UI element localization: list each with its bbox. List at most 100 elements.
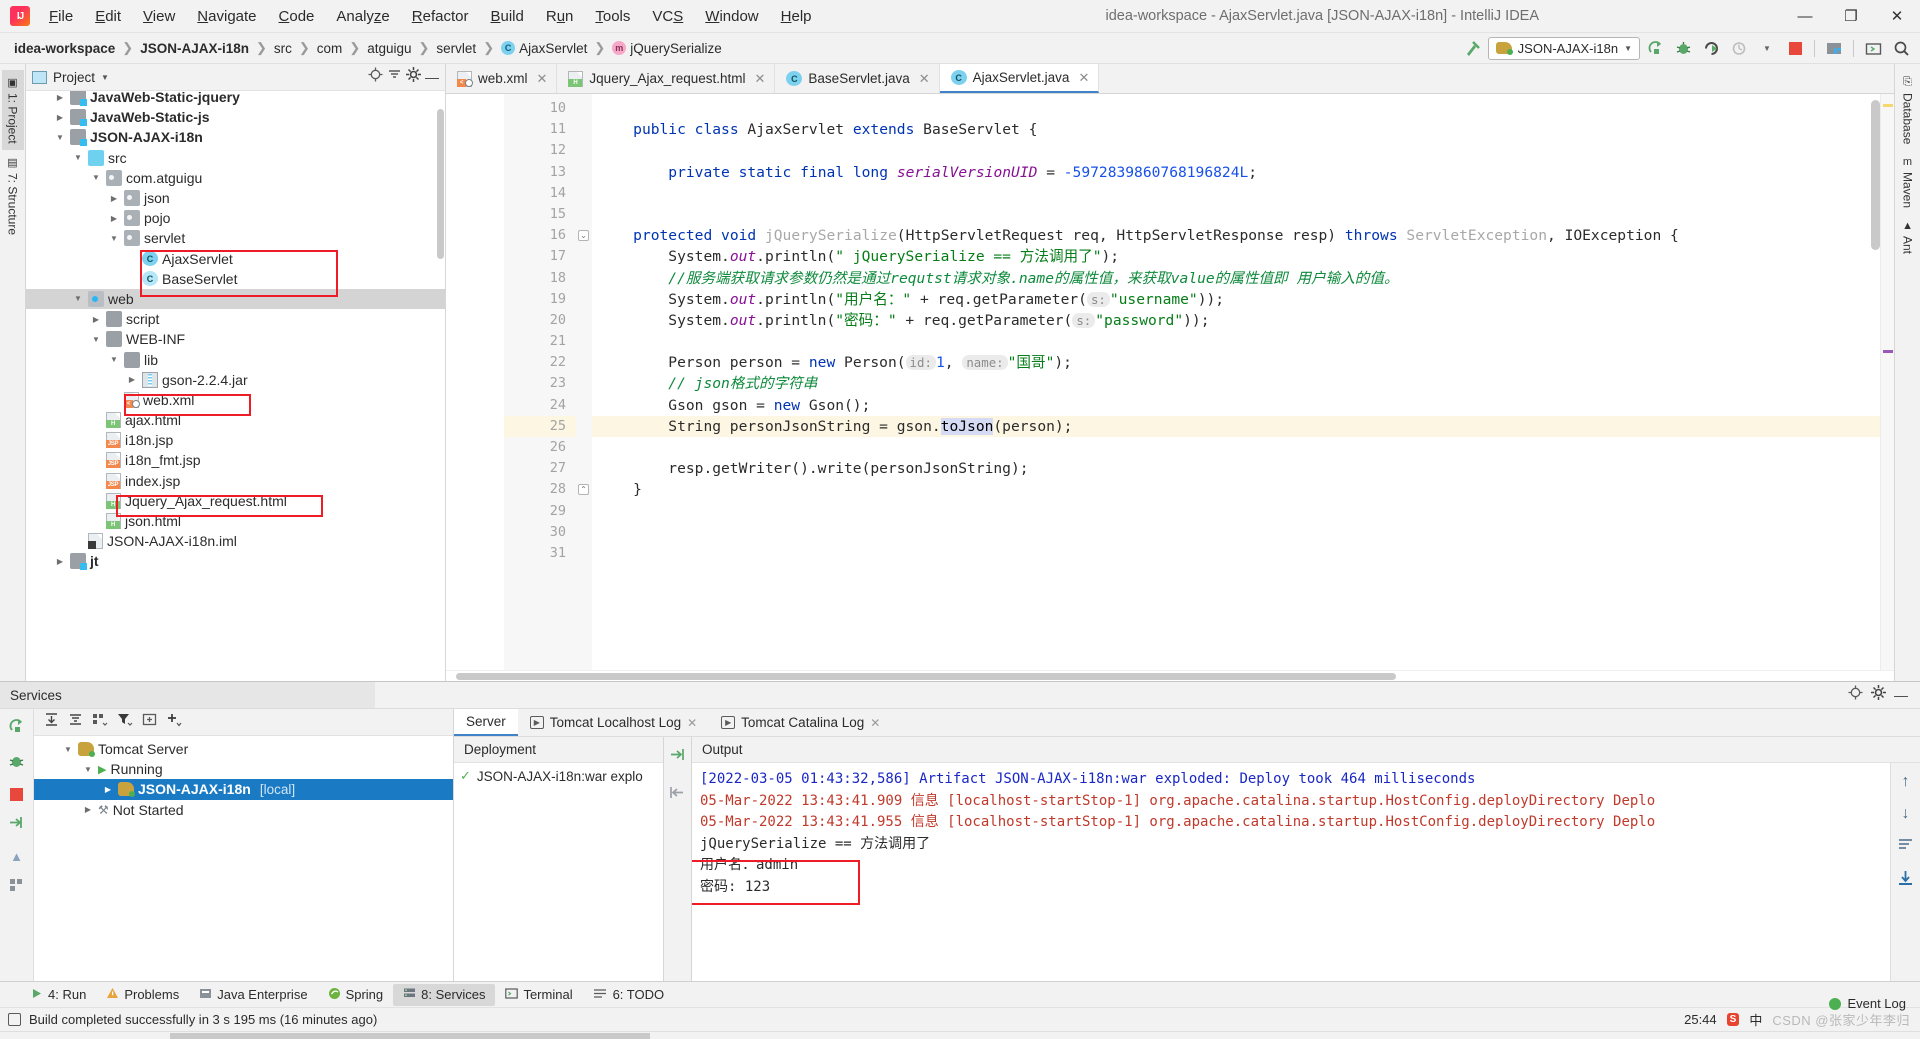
project-tree-node[interactable]: Hjson.html: [26, 511, 445, 531]
locate-icon[interactable]: [1848, 685, 1863, 705]
chevron-right-icon[interactable]: ▶: [108, 214, 120, 223]
sidebar-item-maven[interactable]: m Maven: [1897, 150, 1919, 214]
filter-icon[interactable]: [117, 712, 133, 732]
editor-marker-track[interactable]: [1880, 94, 1894, 670]
maximize-button[interactable]: ❐: [1828, 0, 1874, 32]
sidebar-item-ant[interactable]: ▲ Ant: [1897, 214, 1919, 260]
services-tab[interactable]: Server: [454, 709, 518, 736]
project-tree-node[interactable]: ▶ pojo: [26, 208, 445, 228]
project-tree-node[interactable]: ▼ JSON-AJAX-i18n: [26, 127, 445, 147]
menu-build[interactable]: Build: [479, 5, 534, 28]
services-tree-node[interactable]: ▶ ⚒ Not Started: [34, 800, 453, 820]
menu-run[interactable]: Run: [535, 5, 585, 28]
tool-window-button[interactable]: Java Enterprise: [189, 984, 317, 1006]
debug-icon[interactable]: [1670, 36, 1696, 60]
debug-icon[interactable]: [8, 753, 25, 775]
code-line[interactable]: [592, 522, 1894, 543]
chevron-down-icon[interactable]: ▼: [90, 335, 102, 344]
expand-all-icon[interactable]: [44, 712, 59, 732]
line-number[interactable]: 17: [504, 246, 576, 267]
tool-window-button[interactable]: Spring: [318, 984, 394, 1006]
project-tree-node[interactable]: JSON-AJAX-i18n.iml: [26, 531, 445, 551]
chevron-right-icon[interactable]: ▶: [82, 805, 94, 814]
services-tab[interactable]: ▶ Tomcat Localhost Log ✕: [518, 709, 709, 736]
code-line[interactable]: Person person = new Person(id: 1, name: "国…: [592, 352, 1894, 373]
code-line[interactable]: [592, 183, 1894, 204]
breadcrumb-item-src[interactable]: src: [270, 39, 296, 58]
soft-wrap-icon[interactable]: [1898, 837, 1914, 856]
editor-tab[interactable]: C AjaxServlet.java ✕: [939, 64, 1100, 93]
breadcrumb-item-workspace[interactable]: idea-workspace: [10, 39, 119, 58]
line-number[interactable]: 11: [504, 119, 576, 140]
editor-tab-strip[interactable]: < web.xml ✕ H Jquery_Ajax_request.html ✕ C Base…: [446, 64, 1894, 94]
editor-tab[interactable]: H Jquery_Ajax_request.html ✕: [557, 64, 776, 93]
code-line[interactable]: // json格式的字符串: [592, 373, 1894, 394]
services-tree-node[interactable]: ▼ ▶ Running: [34, 759, 453, 779]
run-with-coverage-icon[interactable]: [1698, 36, 1724, 60]
code-line[interactable]: [592, 98, 1894, 119]
breadcrumb-item-class[interactable]: C AjaxServlet: [497, 39, 591, 58]
code-line[interactable]: //服务端获取请求参数仍然是通过requtst请求对象.name的属性值，来获取…: [592, 268, 1894, 289]
hide-panel-icon[interactable]: —: [425, 69, 439, 85]
line-number[interactable]: 30: [504, 522, 576, 543]
editor-vertical-scrollbar[interactable]: [1871, 94, 1880, 670]
menu-analyze[interactable]: Analyze: [325, 5, 400, 28]
project-tree-node[interactable]: H Jquery_Ajax_request.html: [26, 491, 445, 511]
group-icon[interactable]: [92, 712, 108, 732]
project-tree-node[interactable]: ▶ script: [26, 309, 445, 329]
project-structure-icon[interactable]: [1821, 36, 1847, 60]
line-number[interactable]: 19: [504, 289, 576, 310]
tool-window-button[interactable]: 8: Services: [393, 983, 496, 1006]
services-tree-node[interactable]: ▶ JSON-AJAX-i18n [local]: [34, 779, 453, 800]
close-icon[interactable]: ✕: [687, 716, 697, 730]
code-line[interactable]: String personJsonString = gson.toJson(pe…: [592, 415, 1894, 437]
ime-indicator[interactable]: S: [1726, 1013, 1740, 1026]
sidebar-item-structure[interactable]: ▤ 7: Structure: [2, 150, 24, 241]
code-line[interactable]: [592, 331, 1894, 352]
code-line[interactable]: protected void jQuerySerialize(HttpServl…: [592, 225, 1894, 246]
breadcrumb-item-project[interactable]: JSON-AJAX-i18n: [136, 39, 253, 58]
close-button[interactable]: ✕: [1874, 0, 1920, 32]
line-number[interactable]: 16@: [504, 225, 590, 246]
add-frame-icon[interactable]: [142, 712, 157, 732]
chevron-down-icon[interactable]: ▼: [54, 133, 66, 142]
project-tree-node[interactable]: C BaseServlet: [26, 269, 445, 289]
chevron-right-icon[interactable]: ▶: [102, 785, 114, 794]
project-tree-node[interactable]: ▶ JavaWeb-Static-jquery: [26, 91, 445, 107]
update-app-icon[interactable]: [1642, 36, 1668, 60]
code-line[interactable]: }: [592, 479, 1894, 500]
stop-icon[interactable]: [1782, 36, 1808, 60]
chevron-down-icon[interactable]: ▼: [108, 355, 120, 364]
menu-code[interactable]: Code: [268, 5, 326, 28]
line-number[interactable]: 27: [504, 458, 576, 479]
menu-bar[interactable]: File Edit View Navigate Code Analyze Ref…: [38, 5, 823, 28]
tool-window-button[interactable]: 6: TODO: [583, 984, 675, 1006]
line-number[interactable]: 31: [504, 543, 576, 564]
collapse-all-icon[interactable]: [68, 712, 83, 732]
line-number[interactable]: 23: [504, 373, 576, 394]
editor-tab[interactable]: < web.xml ✕: [446, 64, 558, 93]
project-tree-node[interactable]: ▶ JavaWeb-Static-js: [26, 107, 445, 127]
chevron-down-icon[interactable]: ▼: [90, 173, 102, 182]
line-number[interactable]: 14: [504, 183, 576, 204]
bottom-scroll-strip[interactable]: [0, 1031, 1920, 1039]
scroll-down-icon[interactable]: ↓: [1902, 805, 1910, 823]
chevron-down-icon[interactable]: ▼: [62, 745, 74, 754]
scroll-to-end-icon[interactable]: [1897, 870, 1914, 892]
menu-refactor[interactable]: Refactor: [401, 5, 480, 28]
services-tab-strip[interactable]: Server ▶ Tomcat Localhost Log ✕ ▶ Tomcat Cata…: [454, 709, 1920, 737]
line-number[interactable]: 29: [504, 501, 576, 522]
menu-window[interactable]: Window: [694, 5, 769, 28]
rerun-icon[interactable]: [8, 718, 25, 740]
sidebar-item-database[interactable]: ⎘ Database: [1897, 70, 1919, 150]
gear-icon[interactable]: [1871, 685, 1886, 705]
line-number[interactable]: 24: [504, 395, 576, 416]
code-line[interactable]: private static final long serialVersionU…: [592, 162, 1894, 183]
close-icon[interactable]: ✕: [755, 71, 766, 87]
services-tab[interactable]: ▶ Tomcat Catalina Log ✕: [709, 709, 892, 736]
menu-help[interactable]: Help: [770, 5, 823, 28]
collapse-all-icon[interactable]: [387, 67, 402, 87]
project-tree-node[interactable]: C AjaxServlet: [26, 249, 445, 269]
tool-window-button[interactable]: Problems: [96, 984, 189, 1006]
event-log-button[interactable]: Event Log: [1829, 996, 1906, 1011]
